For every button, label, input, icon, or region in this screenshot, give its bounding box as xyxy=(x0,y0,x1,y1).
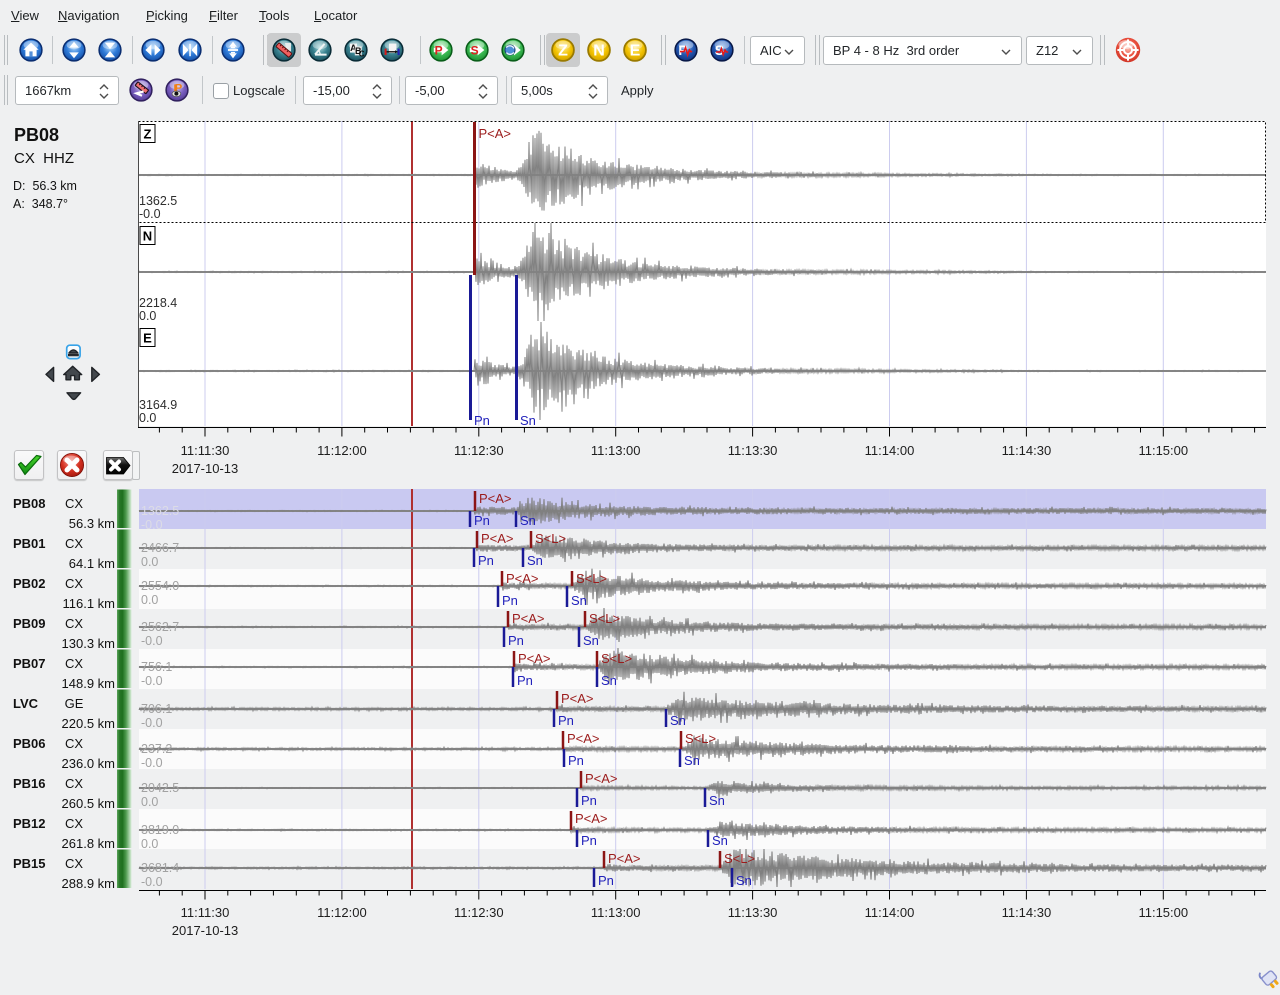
svg-text:Sn: Sn xyxy=(736,873,752,888)
svg-text:N: N xyxy=(143,229,152,244)
svg-text:S<L>: S<L> xyxy=(724,851,755,866)
svg-text:Pn: Pn xyxy=(474,513,490,528)
svg-text:Pn: Pn xyxy=(581,793,597,808)
svg-text:11:14:30: 11:14:30 xyxy=(1002,443,1052,458)
svg-text:Pn: Pn xyxy=(568,753,584,768)
svg-text:P<A>: P<A> xyxy=(585,771,618,786)
svg-text:Sn: Sn xyxy=(684,753,700,768)
svg-text:Sn: Sn xyxy=(520,513,536,528)
svg-text:11:12:30: 11:12:30 xyxy=(454,905,504,920)
svg-text:Pn: Pn xyxy=(502,593,518,608)
svg-text:Sn: Sn xyxy=(527,553,543,568)
svg-text:Sn: Sn xyxy=(670,713,686,728)
svg-text:S: S xyxy=(471,43,479,57)
svg-text:Z: Z xyxy=(558,43,568,60)
svg-text:P<A>: P<A> xyxy=(481,531,514,546)
svg-text:S<L>: S<L> xyxy=(589,611,620,626)
svg-text:1362.5: 1362.5 xyxy=(139,194,177,208)
svg-text:S<L>: S<L> xyxy=(535,531,566,546)
svg-text:-0.0: -0.0 xyxy=(141,716,163,730)
svg-text:S<L>: S<L> xyxy=(576,571,607,586)
svg-text:Pn: Pn xyxy=(598,873,614,888)
svg-text:Z: Z xyxy=(144,127,152,142)
svg-text:Sn: Sn xyxy=(601,673,617,688)
svg-text:-0.0: -0.0 xyxy=(141,875,163,889)
svg-text:-0.0: -0.0 xyxy=(141,756,163,770)
svg-text:11:14:00: 11:14:00 xyxy=(865,905,915,920)
svg-text:P<A>: P<A> xyxy=(512,611,545,626)
svg-text:P<A>: P<A> xyxy=(567,731,600,746)
svg-text:11:15:00: 11:15:00 xyxy=(1138,905,1188,920)
svg-text:11:11:30: 11:11:30 xyxy=(181,905,230,920)
svg-text:0.0: 0.0 xyxy=(141,837,158,851)
svg-text:0.0: 0.0 xyxy=(141,555,158,569)
svg-text:11:14:30: 11:14:30 xyxy=(1002,905,1052,920)
svg-text:P<A>: P<A> xyxy=(506,571,539,586)
svg-text:Pn: Pn xyxy=(558,713,574,728)
svg-text:11:14:00: 11:14:00 xyxy=(865,443,915,458)
svg-text:2017-10-13: 2017-10-13 xyxy=(172,461,239,476)
svg-text:E: E xyxy=(143,331,152,346)
svg-text:P: P xyxy=(435,43,443,57)
svg-text:P<A>: P<A> xyxy=(479,126,512,141)
svg-text:S<L>: S<L> xyxy=(685,731,716,746)
svg-text:11:13:00: 11:13:00 xyxy=(591,905,641,920)
svg-text:N: N xyxy=(593,43,605,60)
svg-text:11:12:30: 11:12:30 xyxy=(454,443,504,458)
svg-text:Sn: Sn xyxy=(520,413,536,428)
svg-text:P<A>: P<A> xyxy=(479,491,512,506)
svg-text:11:13:30: 11:13:30 xyxy=(728,905,778,920)
svg-text:-0.0: -0.0 xyxy=(139,207,161,221)
svg-text:2017-10-13: 2017-10-13 xyxy=(172,923,239,938)
svg-text:0.0: 0.0 xyxy=(139,411,156,425)
svg-text:11:12:00: 11:12:00 xyxy=(317,905,367,920)
svg-text:Sn: Sn xyxy=(709,793,725,808)
svg-text:Pn: Pn xyxy=(581,833,597,848)
svg-text:Pn: Pn xyxy=(478,553,494,568)
svg-text:-0.0: -0.0 xyxy=(141,674,163,688)
svg-text:0.0: 0.0 xyxy=(141,593,158,607)
svg-text:Sn: Sn xyxy=(571,593,587,608)
svg-text:0.0: 0.0 xyxy=(141,795,158,809)
svg-text:E: E xyxy=(630,43,641,60)
svg-text:11:12:00: 11:12:00 xyxy=(317,443,367,458)
svg-text:Pn: Pn xyxy=(474,413,490,428)
svg-text:P<A>: P<A> xyxy=(518,651,551,666)
svg-text:11:11:30: 11:11:30 xyxy=(181,443,230,458)
svg-text:P<A>: P<A> xyxy=(608,851,641,866)
svg-text:11:13:30: 11:13:30 xyxy=(728,443,778,458)
svg-text:P<A>: P<A> xyxy=(561,691,594,706)
svg-text:3164.9: 3164.9 xyxy=(139,398,177,412)
svg-text:11:13:00: 11:13:00 xyxy=(591,443,641,458)
svg-text:Sn: Sn xyxy=(583,633,599,648)
svg-text:-0.0: -0.0 xyxy=(141,634,163,648)
svg-text:11:15:00: 11:15:00 xyxy=(1138,443,1188,458)
svg-text:P<A>: P<A> xyxy=(575,811,608,826)
svg-text:2218.4: 2218.4 xyxy=(139,296,177,310)
svg-text:C: C xyxy=(359,50,365,59)
svg-text:S<L>: S<L> xyxy=(601,651,632,666)
svg-text:Pn: Pn xyxy=(517,673,533,688)
svg-text:Sn: Sn xyxy=(712,833,728,848)
svg-text:0.0: 0.0 xyxy=(139,309,156,323)
svg-text:-0.0: -0.0 xyxy=(141,518,163,532)
svg-text:Pn: Pn xyxy=(508,633,524,648)
